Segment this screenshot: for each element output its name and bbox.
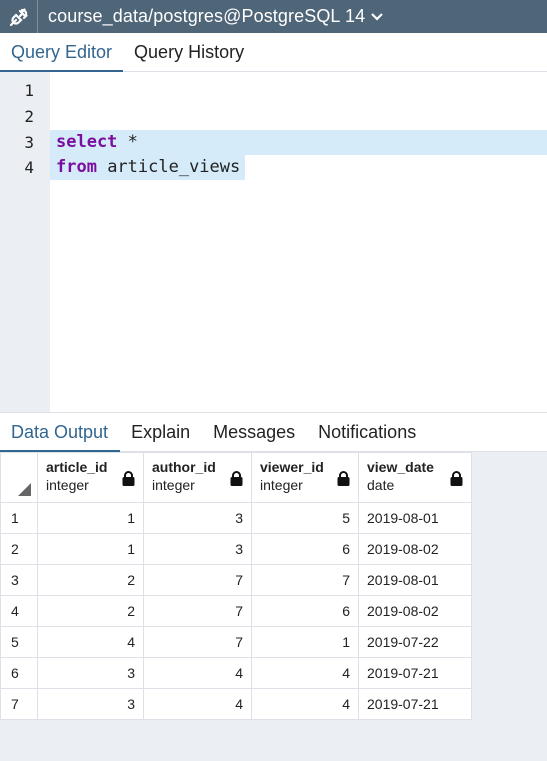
- row-number[interactable]: 5: [0, 626, 38, 658]
- tab-data-output[interactable]: Data Output: [0, 413, 121, 452]
- cell-viewer-id[interactable]: 4: [251, 657, 359, 689]
- cell-view-date[interactable]: 2019-08-02: [358, 533, 472, 565]
- line-number: 4: [24, 158, 34, 177]
- column-header[interactable]: author_id integer: [143, 452, 252, 503]
- row-number[interactable]: 2: [0, 533, 38, 565]
- row-number[interactable]: 3: [0, 564, 38, 596]
- cell-view-date[interactable]: 2019-08-02: [358, 595, 472, 627]
- chevron-down-icon[interactable]: [371, 12, 383, 21]
- table-row[interactable]: 3 2 7 7 2019-08-01: [0, 564, 472, 596]
- sql-text: *: [117, 132, 138, 152]
- column-header[interactable]: viewer_id integer: [251, 452, 359, 503]
- tab-notifications[interactable]: Notifications: [307, 413, 428, 452]
- cell-viewer-id[interactable]: 1: [251, 626, 359, 658]
- code-text: select *: [56, 130, 138, 155]
- table-row[interactable]: 1 1 3 5 2019-08-01: [0, 502, 472, 534]
- tab-explain[interactable]: Explain: [120, 413, 202, 452]
- tab-query-editor[interactable]: Query Editor: [0, 33, 124, 72]
- connection-status-icon[interactable]: [0, 0, 38, 33]
- editor-line: 3 select *: [0, 130, 547, 155]
- cell-viewer-id[interactable]: 6: [251, 595, 359, 627]
- cell-view-date[interactable]: 2019-07-21: [358, 657, 472, 689]
- column-header[interactable]: article_id integer: [37, 452, 144, 503]
- cell-view-date[interactable]: 2019-08-01: [358, 564, 472, 596]
- column-name: view_date: [367, 459, 434, 475]
- cell-article-id[interactable]: 3: [37, 657, 144, 689]
- table-row[interactable]: 7 3 4 4 2019-07-21: [0, 688, 472, 720]
- corner-triangle-icon: [18, 483, 31, 496]
- cell-viewer-id[interactable]: 5: [251, 502, 359, 534]
- cell-article-id[interactable]: 4: [37, 626, 144, 658]
- lock-icon: [450, 471, 463, 489]
- lock-icon: [122, 471, 135, 489]
- cell-author-id[interactable]: 7: [143, 595, 252, 627]
- cell-viewer-id[interactable]: 6: [251, 533, 359, 565]
- cell-article-id[interactable]: 2: [37, 595, 144, 627]
- data-output-grid: article_id integer author_id integer vie…: [0, 452, 472, 720]
- row-number[interactable]: 7: [0, 688, 38, 720]
- line-number: 3: [24, 133, 34, 152]
- cell-author-id[interactable]: 3: [143, 502, 252, 534]
- line-number: 2: [24, 107, 34, 126]
- row-number[interactable]: 4: [0, 595, 38, 627]
- tab-query-history[interactable]: Query History: [123, 33, 255, 72]
- editor-line: 2: [0, 104, 547, 129]
- cell-viewer-id[interactable]: 4: [251, 688, 359, 720]
- cell-author-id[interactable]: 4: [143, 657, 252, 689]
- editor-line: 4 from article_views: [0, 155, 547, 180]
- table-row[interactable]: 4 2 7 6 2019-08-02: [0, 595, 472, 627]
- table-row[interactable]: 5 4 7 1 2019-07-22: [0, 626, 472, 658]
- sql-keyword: select: [56, 132, 118, 152]
- grid-header-row: article_id integer author_id integer vie…: [0, 452, 472, 503]
- row-number[interactable]: 6: [0, 657, 38, 689]
- editor-line: 1: [0, 78, 547, 103]
- cell-author-id[interactable]: 7: [143, 626, 252, 658]
- cell-view-date[interactable]: 2019-08-01: [358, 502, 472, 534]
- lock-icon: [337, 471, 350, 489]
- output-tabs: Data Output Explain Messages Notificatio…: [0, 412, 547, 452]
- select-all-corner[interactable]: [0, 452, 38, 503]
- cell-article-id[interactable]: 2: [37, 564, 144, 596]
- lock-icon: [230, 471, 243, 489]
- cell-viewer-id[interactable]: 7: [251, 564, 359, 596]
- cell-author-id[interactable]: 4: [143, 688, 252, 720]
- tab-messages[interactable]: Messages: [202, 413, 307, 452]
- sql-keyword: from: [56, 157, 97, 177]
- editor-tabs: Query Editor Query History: [0, 33, 547, 72]
- cell-view-date[interactable]: 2019-07-22: [358, 626, 472, 658]
- table-row[interactable]: 2 1 3 6 2019-08-02: [0, 533, 472, 565]
- table-row[interactable]: 6 3 4 4 2019-07-21: [0, 657, 472, 689]
- cell-author-id[interactable]: 7: [143, 564, 252, 596]
- sql-text: article_views: [96, 157, 241, 177]
- cell-author-id[interactable]: 3: [143, 533, 252, 565]
- cell-article-id[interactable]: 1: [37, 502, 144, 534]
- column-type: date: [367, 477, 395, 493]
- row-number[interactable]: 1: [0, 502, 38, 534]
- cell-article-id[interactable]: 1: [37, 533, 144, 565]
- column-header[interactable]: view_date date: [358, 452, 472, 503]
- line-number: 1: [24, 81, 34, 100]
- code-text: from article_views: [56, 155, 240, 180]
- plug-icon: [9, 7, 28, 26]
- connection-title[interactable]: course_data/postgres@PostgreSQL 14: [38, 6, 365, 27]
- cell-view-date[interactable]: 2019-07-21: [358, 688, 472, 720]
- cell-article-id[interactable]: 3: [37, 688, 144, 720]
- sql-editor[interactable]: 1 2 3 select * 4 from article_views: [0, 72, 547, 412]
- query-tool-header: course_data/postgres@PostgreSQL 14: [0, 0, 547, 33]
